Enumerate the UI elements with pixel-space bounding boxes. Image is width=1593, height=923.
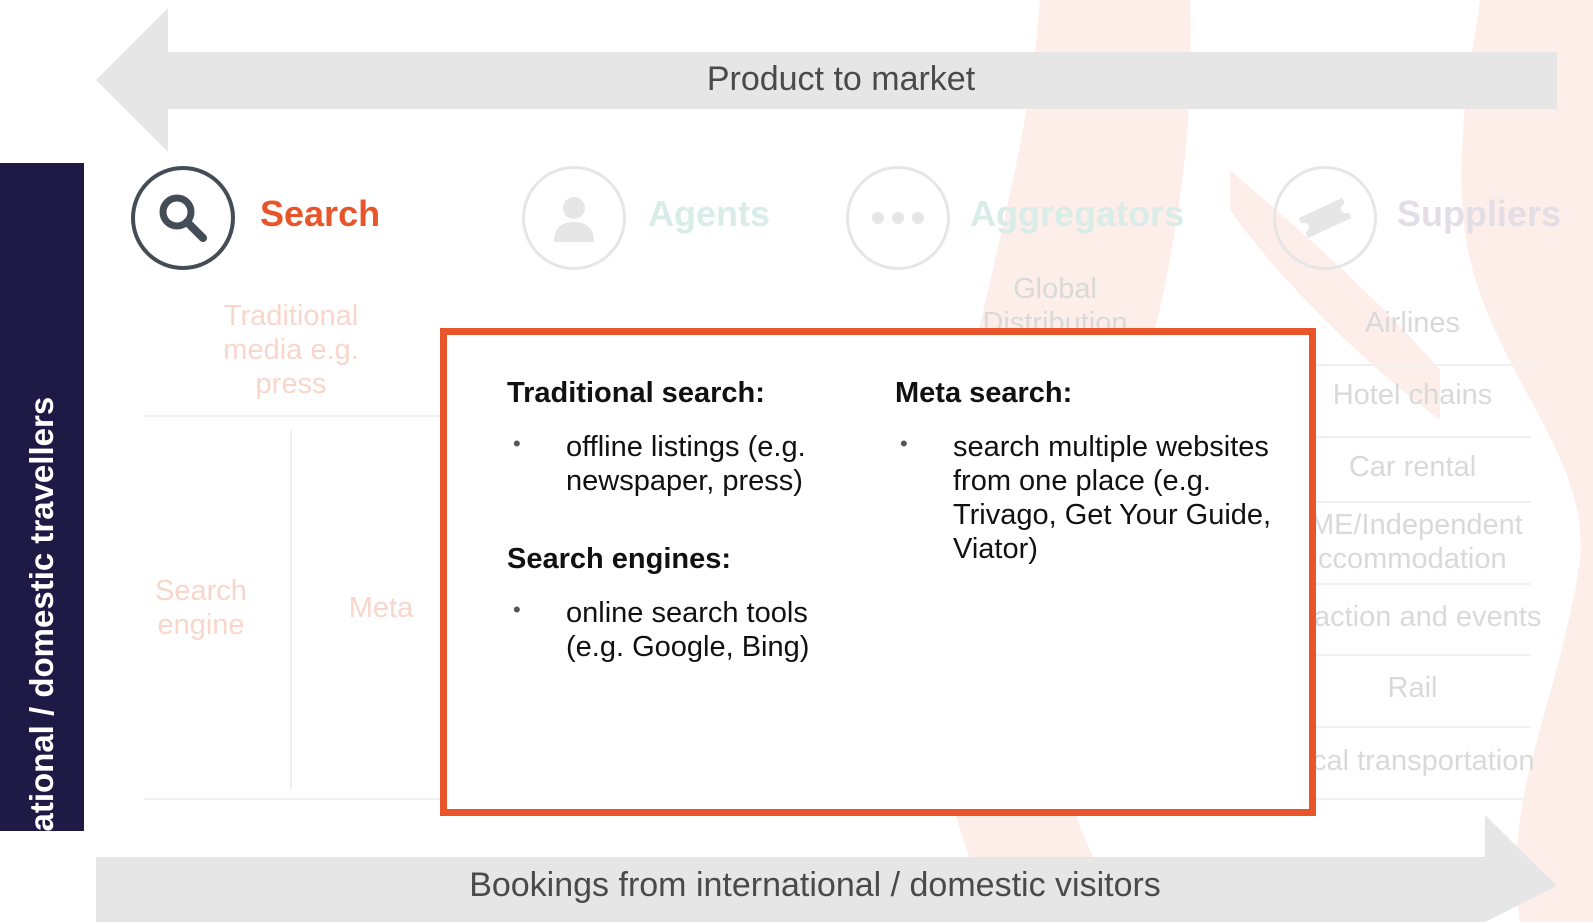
supplier-item: ccommodation (1318, 543, 1507, 575)
bullet-icon: • (513, 597, 521, 622)
search-engines-bullet: online search tools (e.g. Google, Bing) (566, 597, 810, 663)
supplier-item: ME/Independent (1310, 509, 1523, 541)
ellipsis-icon (872, 212, 924, 224)
side-bar-label: International / domestic travellers (23, 396, 60, 923)
search-circle[interactable] (131, 166, 235, 270)
aggregators-circle[interactable] (846, 166, 950, 270)
traditional-media-text: Traditional media e.g. press (223, 300, 359, 400)
search-info-popup: Traditional search: • offline listings (… (440, 328, 1316, 816)
supplier-item: Rail (1387, 672, 1438, 704)
agents-circle[interactable] (522, 166, 626, 270)
bullet-icon: • (900, 431, 908, 456)
supplier-divider (1316, 501, 1531, 503)
gds-text: Global Distribution (982, 273, 1128, 328)
side-bar: International / domestic travellers (0, 163, 84, 923)
bottom-arrow-label: Bookings from international / domestic v… (469, 866, 1161, 904)
supplier-divider (1316, 436, 1531, 438)
divider-line (144, 415, 444, 417)
person-icon (554, 197, 594, 242)
meta-text: Meta (348, 592, 414, 624)
category-aggregators-label[interactable]: Aggregators (970, 193, 1184, 235)
search-engine-text: Search engine (155, 575, 247, 641)
supplier-item: Hotel chains (1332, 379, 1493, 411)
supplier-item: Car rental (1348, 451, 1477, 483)
supplier-divider (1316, 364, 1531, 366)
meta-search-bullet: search multiple websites from one place … (953, 431, 1272, 565)
search-engines-title: Search engines: (507, 543, 732, 575)
category-agents-label[interactable]: Agents (648, 193, 770, 235)
ticket-icon (1298, 197, 1352, 239)
supplier-item: Airlines (1364, 307, 1461, 339)
supplier-divider (1316, 726, 1531, 728)
category-suppliers-label[interactable]: Suppliers (1397, 193, 1561, 235)
meta-search-title: Meta search: (895, 377, 1073, 409)
traditional-search-title: Traditional search: (507, 377, 765, 409)
supplier-divider (1316, 798, 1531, 800)
supplier-item: action and events (1314, 601, 1542, 633)
supplier-divider (1316, 654, 1531, 656)
divider-line (144, 798, 444, 800)
traditional-search-bullet: offline listings (e.g. newspaper, press) (566, 431, 806, 497)
top-arrow-label: Product to market (706, 60, 976, 98)
divider-line (290, 430, 292, 790)
search-icon (159, 194, 207, 242)
supplier-item: cal transportation (1312, 745, 1535, 777)
category-search-label[interactable]: Search (260, 193, 380, 235)
supplier-divider (1316, 583, 1531, 585)
suppliers-circle[interactable] (1273, 166, 1377, 270)
bullet-icon: • (513, 431, 521, 456)
